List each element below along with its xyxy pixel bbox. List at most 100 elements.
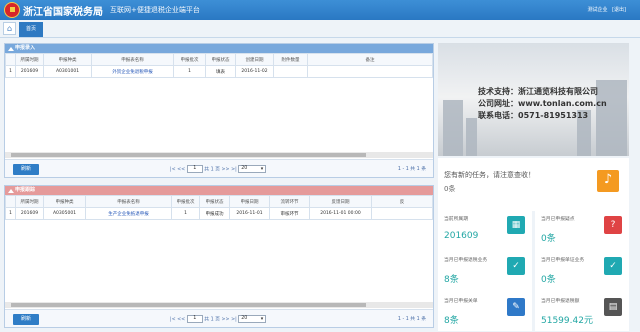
company-url[interactable]: 公司网址：www.tonlan.com.cn [478, 98, 607, 110]
form-name-link[interactable]: 外贸企业免退税申报 [91, 65, 174, 78]
column-header-type[interactable]: 申报种类 [43, 195, 86, 208]
horizontal-scrollbar[interactable] [5, 152, 433, 158]
stat-card-suspicious-points[interactable]: 当月已申报疑点 0条? [535, 207, 629, 249]
stat-value: 0条 [541, 234, 556, 244]
task-count: 0条 [444, 185, 456, 193]
stat-label: 当月已申报退税业务 [444, 258, 488, 263]
remarks-cell [307, 65, 433, 78]
column-header-status[interactable]: 申报状态 [205, 53, 236, 66]
refresh-button[interactable]: 刷新 [13, 164, 39, 175]
attachments-cell [273, 65, 308, 78]
column-header-flow-stage[interactable]: 流转环节 [269, 195, 310, 208]
home-icon[interactable]: ⌂ [3, 22, 16, 35]
app-subtitle: 互联网+便捷退税企业端平台 [110, 6, 200, 14]
pagination: |< << 1 共 1 页 >> >| 20 [170, 165, 267, 173]
declaration-tracking-table: 所属时期 申报种类 申报表名称 申报批次 申报状态 申报日期 流转环节 反馈日期… [5, 195, 433, 220]
batch-cell: 1 [171, 207, 200, 220]
column-header-form-name[interactable]: 申报表名称 [91, 53, 174, 66]
declared-date-cell: 2016-11-01 [229, 207, 270, 220]
total-pages: 共 1 页 [204, 317, 220, 323]
next-last-page-icon[interactable]: >> >| [222, 168, 237, 173]
task-title: 您有新的任务，请注意查收！ [444, 171, 535, 179]
period-cell: 201609 [15, 207, 44, 220]
stat-card-customs-declarations[interactable]: 当月已申报关单 8条 ✎ [438, 289, 532, 331]
pagination: |< << 1 共 1 页 >> >| 20 [170, 315, 267, 323]
stat-card-current-period[interactable]: 当前所属期 201609 ▦ [438, 207, 532, 249]
declaration-entry-table: 所属时期 申报种类 申报表名称 申报批次 申报状态 创建日期 附件数量 备注 1… [5, 53, 433, 78]
receipt-icon: ▤ [604, 298, 622, 316]
stat-value: 201609 [444, 231, 479, 241]
stat-value: 8条 [444, 275, 459, 285]
type-cell: A0301001 [43, 65, 92, 78]
form-name-link[interactable]: 生产企业免抵退申报 [85, 207, 172, 220]
column-header-declared-date[interactable]: 申报日期 [229, 195, 270, 208]
user-info: 测试企业 [退出] [587, 6, 626, 13]
page-number-input[interactable]: 1 [186, 165, 203, 173]
feedback-cell [371, 207, 433, 220]
flow-stage-cell: 审核环节 [269, 207, 310, 220]
created-date-cell: 2016-11-02 [235, 65, 274, 78]
scroll-thumb[interactable] [11, 303, 366, 307]
column-header-batch[interactable]: 申报批次 [173, 53, 206, 66]
app-header: 浙江省国家税务局 互联网+便捷退税企业端平台 测试企业 [退出] [0, 0, 640, 20]
panel-title-declaration-entry[interactable]: 申报录入 [5, 44, 433, 53]
batch-cell: 1 [173, 65, 206, 78]
first-prev-page-icon[interactable]: |< << [170, 318, 185, 323]
status-cell: 申报成功 [199, 207, 230, 220]
column-header-index [5, 195, 16, 208]
page-number-input[interactable]: 1 [186, 315, 203, 323]
column-header-created-date[interactable]: 创建日期 [235, 53, 274, 66]
table-row[interactable]: 1 201609 A0301001 外贸企业免退税申报 1 填表 2016-11… [5, 65, 433, 78]
record-count: 1 - 1 共 1 条 [397, 317, 426, 322]
row-index: 1 [5, 207, 16, 220]
contact-phone: 联系电话：0571-81951313 [478, 111, 589, 120]
app-title: 浙江省国家税务局 [23, 7, 103, 18]
column-header-feedback-date[interactable]: 反馈日期 [309, 195, 372, 208]
feedback-date-cell: 2016-11-01 00:00 [309, 207, 372, 220]
tab-home[interactable]: 首页 [19, 22, 43, 37]
question-icon: ? [604, 216, 622, 234]
stat-card-refund-business[interactable]: 当月已申报退税业务 8条 ✓ [438, 248, 532, 290]
column-header-attachments[interactable]: 附件数量 [273, 53, 308, 66]
stat-label: 当前所属期 [444, 217, 468, 222]
type-cell: A0305001 [43, 207, 86, 220]
stat-value: 0条 [541, 275, 556, 285]
stat-card-refund-amount[interactable]: 当月已申报退税额 51599.42元 ▤ [535, 289, 629, 331]
tax-emblem-icon [4, 2, 20, 18]
column-header-period[interactable]: 所属时期 [15, 53, 44, 66]
company-banner: 技术支持：浙江通览科技有限公司 公司网址：www.tonlan.com.cn 联… [438, 43, 629, 156]
stat-label: 当月已申报退税额 [541, 299, 580, 304]
bell-icon[interactable]: ♪ [597, 170, 619, 192]
page-size-select[interactable]: 20 [238, 315, 267, 323]
column-header-batch[interactable]: 申报批次 [171, 195, 200, 208]
period-cell: 201609 [15, 65, 44, 78]
banner-text: 技术支持：浙江通览科技有限公司 公司网址：www.tonlan.com.cn 联… [478, 86, 607, 122]
declaration-tracking-panel: 申报跟踪 所属时期 申报种类 申报表名称 申报批次 申报状态 申报日期 流转环节… [4, 185, 434, 328]
record-count: 1 - 1 共 1 条 [397, 167, 426, 172]
column-header-remarks[interactable]: 备注 [307, 53, 433, 66]
stat-label: 当月已申报关单 [444, 299, 478, 304]
panel-title-declaration-tracking[interactable]: 申报跟踪 [5, 186, 433, 195]
stat-value: 8条 [444, 316, 459, 326]
panel-footer: 刷新 |< << 1 共 1 页 >> >| 20 1 - 1 共 1 条 [5, 309, 433, 327]
column-header-form-name[interactable]: 申报表名称 [85, 195, 172, 208]
column-header-feedback[interactable]: 反 [371, 195, 433, 208]
column-header-period[interactable]: 所属时期 [15, 195, 44, 208]
first-prev-page-icon[interactable]: |< << [170, 168, 185, 173]
tab-bar: ⌂ 首页 [0, 20, 640, 38]
page-size-select[interactable]: 20 [238, 165, 267, 173]
table-row[interactable]: 1 201609 A0305001 生产企业免抵退申报 1 申报成功 2016-… [5, 207, 433, 220]
column-header-status[interactable]: 申报状态 [199, 195, 230, 208]
logout-link[interactable]: [退出] [612, 7, 626, 13]
column-header-type[interactable]: 申报种类 [43, 53, 92, 66]
task-notice[interactable]: 您有新的任务，请注意查收！ 0条 ♪ [438, 158, 629, 211]
total-pages: 共 1 页 [204, 167, 220, 173]
building-graphic [466, 118, 477, 156]
next-last-page-icon[interactable]: >> >| [222, 318, 237, 323]
calendar-icon: ▦ [507, 216, 525, 234]
stat-card-certificate-business[interactable]: 当月已申报单证业务 0条 ✓ [535, 248, 629, 290]
refresh-button[interactable]: 刷新 [13, 314, 39, 325]
scroll-thumb[interactable] [11, 153, 366, 157]
status-cell: 填表 [205, 65, 236, 78]
horizontal-scrollbar[interactable] [5, 302, 433, 308]
